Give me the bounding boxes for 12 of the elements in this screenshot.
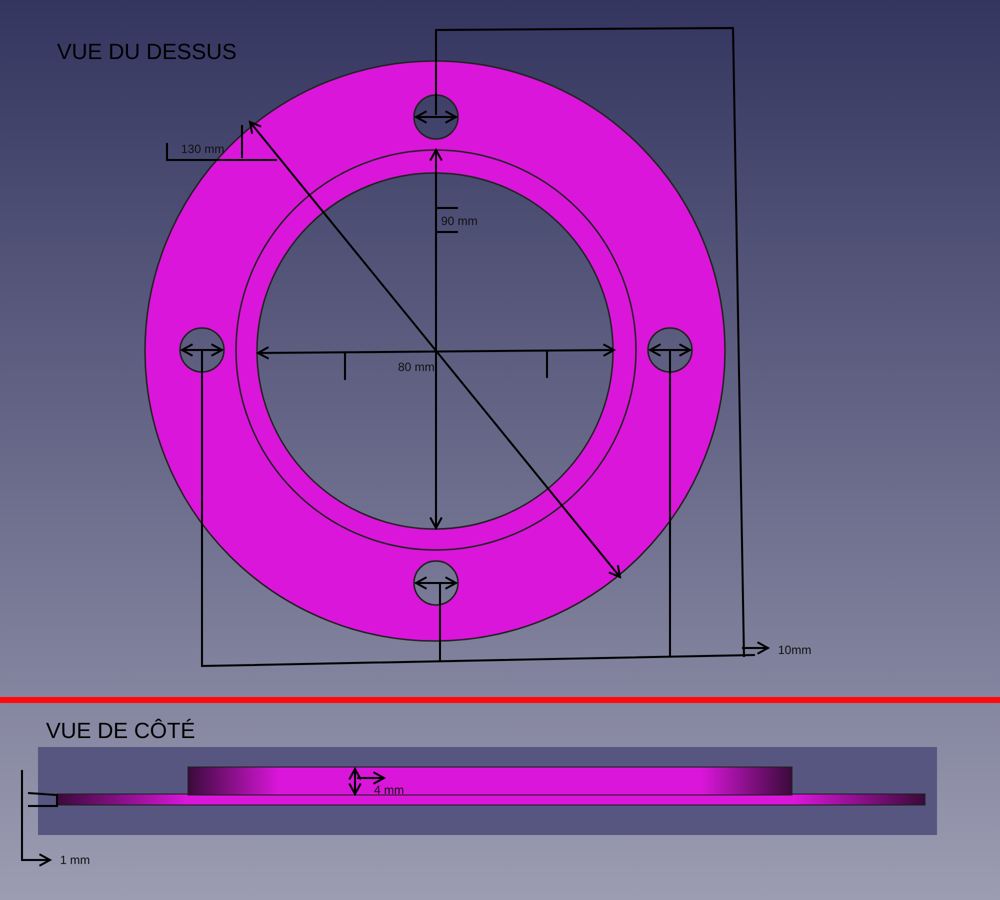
- view-title: VUE DU DESSUS: [57, 39, 237, 64]
- dimension-label: 10mm: [778, 643, 812, 657]
- dimension-label: 1 mm: [60, 853, 90, 867]
- dimension-arrow: [180, 343, 224, 357]
- dimension-label: 130 mm: [181, 142, 224, 156]
- dimension-label: 4 mm: [374, 783, 404, 797]
- dimension-arrow: [648, 343, 692, 357]
- dimension-tick: [344, 353, 346, 380]
- dimension-label: 90 mm: [441, 214, 478, 228]
- dimension-tick: [546, 351, 548, 378]
- view-title: VUE DE CÔTÉ: [46, 718, 196, 743]
- dimension-label: 80 mm: [398, 360, 435, 374]
